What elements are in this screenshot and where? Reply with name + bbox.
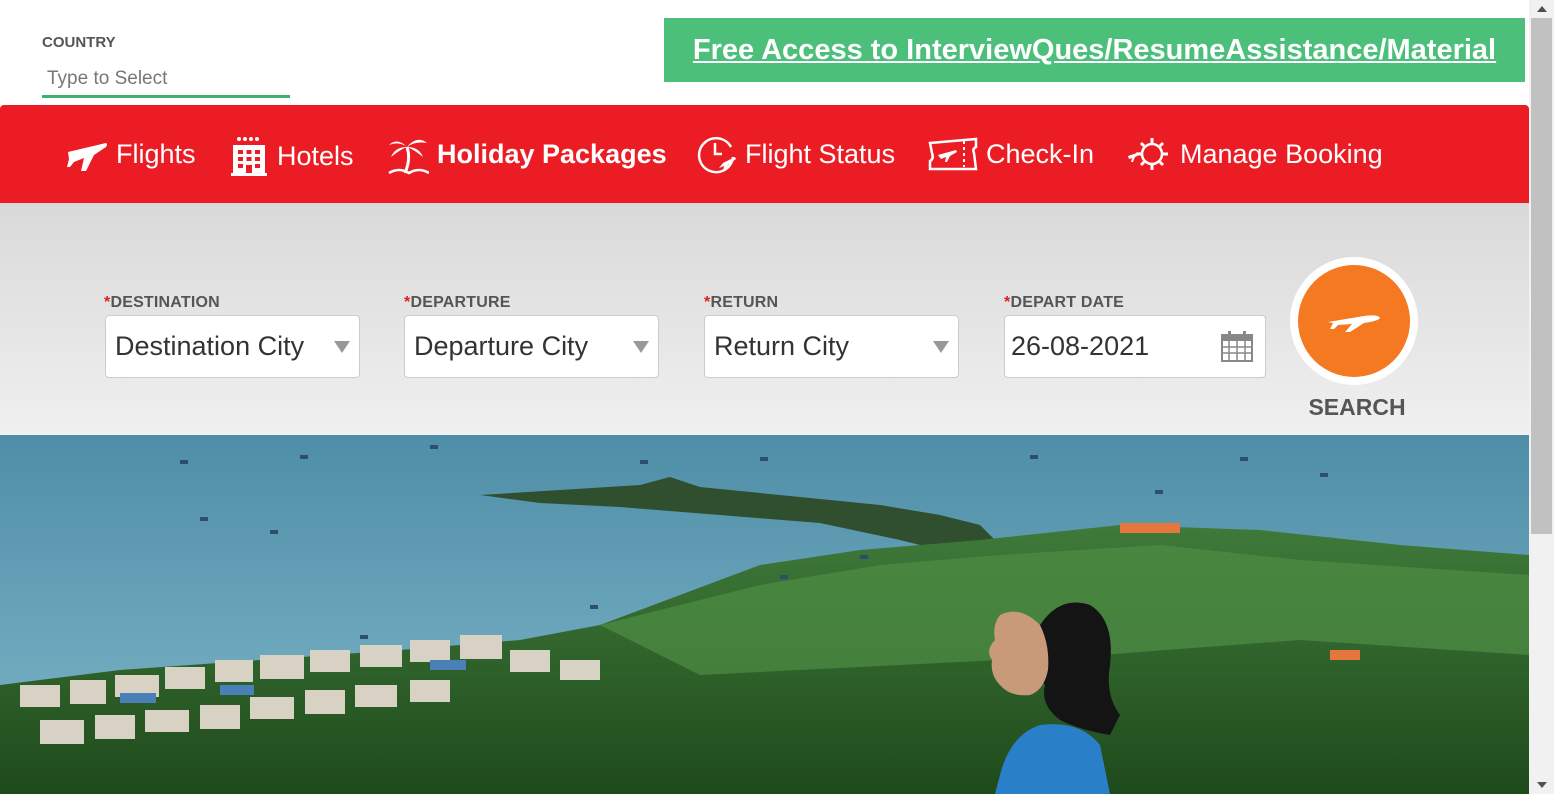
search-button[interactable] bbox=[1290, 257, 1418, 385]
chevron-down-icon bbox=[633, 341, 649, 353]
nav-label: Manage Booking bbox=[1180, 138, 1383, 169]
plane-icon bbox=[66, 135, 108, 173]
page-scrollbar[interactable] bbox=[1529, 0, 1554, 794]
promo-banner: Free Access to InterviewQues/ResumeAssis… bbox=[664, 18, 1525, 82]
main-nav: Flights Hotels Holiday Packages Flight S… bbox=[0, 105, 1529, 203]
search-button-label[interactable]: SEARCH bbox=[1290, 394, 1424, 421]
return-label: *RETURN bbox=[704, 294, 779, 311]
nav-item-flights[interactable]: Flights bbox=[66, 105, 196, 203]
nav-label: Flight Status bbox=[745, 138, 896, 169]
nav-item-holiday-packages[interactable]: Holiday Packages bbox=[387, 105, 667, 203]
gear-plane-icon bbox=[1126, 134, 1172, 174]
departure-select[interactable]: Departure City bbox=[404, 315, 659, 378]
nav-label: Hotels bbox=[277, 140, 354, 171]
chevron-down-icon bbox=[933, 341, 949, 353]
nav-label: Holiday Packages bbox=[437, 138, 667, 169]
nav-label: Flights bbox=[116, 138, 196, 169]
nav-item-flight-status[interactable]: Flight Status bbox=[695, 105, 895, 203]
clock-plane-icon bbox=[695, 133, 737, 175]
palm-tree-icon bbox=[387, 133, 429, 175]
nav-item-check-in[interactable]: Check-In bbox=[928, 105, 1094, 203]
departure-label: *DEPARTURE bbox=[404, 294, 511, 311]
plane-icon bbox=[1298, 265, 1410, 377]
scroll-down-arrow-icon[interactable] bbox=[1537, 782, 1547, 788]
search-panel: *DESTINATION Destination City *DEPARTURE… bbox=[0, 203, 1529, 435]
country-label: COUNTRY bbox=[42, 34, 116, 51]
nav-label: Check-In bbox=[986, 138, 1095, 169]
return-select[interactable]: Return City bbox=[704, 315, 959, 378]
page: COUNTRY Free Access to InterviewQues/Res… bbox=[0, 0, 1554, 794]
promo-link[interactable]: Free Access to InterviewQues/ResumeAssis… bbox=[693, 34, 1496, 67]
ticket-icon bbox=[928, 135, 978, 173]
scroll-thumb[interactable] bbox=[1531, 18, 1552, 534]
destination-select[interactable]: Destination City bbox=[105, 315, 360, 378]
nav-item-manage-booking[interactable]: Manage Booking bbox=[1126, 105, 1383, 203]
hero-image bbox=[0, 435, 1529, 794]
depart-date-input[interactable]: 26-08-2021 bbox=[1004, 315, 1266, 378]
scroll-up-arrow-icon[interactable] bbox=[1537, 6, 1547, 12]
destination-label: *DESTINATION bbox=[104, 294, 220, 311]
calendar-icon[interactable] bbox=[1221, 330, 1253, 369]
depart-date-label: *DEPART DATE bbox=[1004, 294, 1125, 311]
nav-item-hotels[interactable]: Hotels bbox=[229, 107, 354, 205]
hotel-building-icon bbox=[229, 135, 269, 177]
chevron-down-icon bbox=[334, 341, 350, 353]
country-input[interactable] bbox=[42, 62, 290, 98]
